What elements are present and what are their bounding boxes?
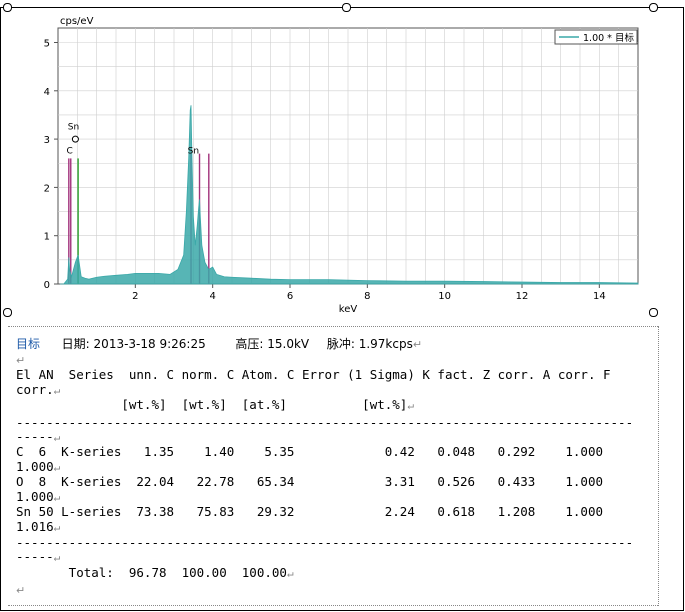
x-tick-label: 12 [516,291,529,302]
bottom-border [0,610,684,611]
x-tick-label: 10 [438,291,451,302]
return-mark: ↵ [16,584,26,597]
left-border [0,7,1,611]
legend-entry: 1.00 * 目标 [583,32,634,44]
date-label: 日期: [61,337,90,351]
return-mark: ↵ [53,491,61,504]
table-units: [wt.%] [wt.%] [at.%] [wt.%] [16,397,408,412]
peak-annotation: Sn [188,147,199,157]
return-mark: ↵ [412,338,423,351]
x-axis-label: keV [339,304,358,315]
table-header-1-wrap: corr.↵ [16,382,60,398]
table-row-wrap: 1.016↵ [16,519,60,535]
return-mark: ↵ [53,551,61,564]
y-tick-label: 1 [44,232,50,243]
return-mark: ↵ [16,354,26,367]
table-divider: ----------------------------------------… [16,415,634,430]
divider-tail-text: ----- [16,549,54,564]
table-header-2: [wt.%] [wt.%] [at.%] [wt.%]↵ [16,397,414,413]
x-tick-label: 14 [593,291,606,302]
return-mark: ↵ [53,521,61,534]
section-divider-bottom [8,605,658,606]
pulse-label: 脉冲: [326,337,355,351]
table-header-wrap-text: corr. [16,382,54,397]
row-c-tail: 1.000 [16,459,54,474]
y-tick-label: 2 [44,183,50,194]
row-o: O 8 K-series 22.04 22.78 65.34 3.31 0.52… [16,474,603,489]
hv-value: 15.0kV [267,337,310,351]
right-border [683,7,684,611]
table-divider-tail: -----↵ [16,549,60,565]
date-value: 2013-3-18 9:26:25 [93,337,206,351]
sample-label: 目标 [16,337,41,351]
return-mark: ↵ [407,399,414,412]
peak-annotation: Sn [68,122,79,132]
table-divider: ----------------------------------------… [16,535,634,550]
y-tick-label: 5 [44,38,50,49]
table-divider-tail: -----↵ [16,429,60,445]
x-tick-label: 2 [132,291,138,302]
info-line: 目标 日期: 2013-3-18 9:26:25 高压: 15.0kV 脉冲: … [16,337,422,352]
y-axis-label: cps/eV [60,16,94,27]
hv-label: 高压: [235,337,264,351]
divider-tail-text: ----- [16,429,54,444]
section-divider [8,326,658,327]
return-mark: ↵ [286,567,294,580]
spectrum-image[interactable]: 0 1 2 3 4 5 2 4 6 8 10 12 14 cps/eV keV Sn C Sn 1.00 * 目标 [7,5,655,317]
x-tick-label: 8 [364,291,370,302]
pulse-value: 1.97kcps [358,337,413,351]
row-sn: Sn 50 L-series 73.38 75.83 29.32 2.24 0.… [16,504,603,519]
row-o-tail: 1.000 [16,489,54,504]
return-mark: ↵ [53,431,61,444]
y-tick-label: 0 [44,280,50,291]
row-sn-tail: 1.016 [16,519,54,534]
peak-annotation: C [66,147,72,157]
peak-annotation-marker [71,135,79,143]
return-mark: ↵ [53,384,61,397]
results-text[interactable]: 目标 日期: 2013-3-18 9:26:25 高压: 15.0kV 脉冲: … [10,333,660,605]
x-tick-label: 4 [209,291,215,302]
table-row: O 8 K-series 22.04 22.78 65.34 3.31 0.52… [16,474,603,489]
total-text: Total: 96.78 100.00 100.00 [16,565,287,580]
table-total: Total: 96.78 100.00 100.00↵ [16,565,294,581]
spectrum-chart: 0123452 4 6 8 10 12 14cps/eVkeVSnC Sn1.00 * 目标 [44,16,639,315]
table-row-wrap: 1.000↵ [16,459,60,475]
table-row: Sn 50 L-series 73.38 75.83 29.32 2.24 0.… [16,504,603,519]
x-tick-label: 6 [287,291,293,302]
y-tick-label: 3 [44,135,50,146]
y-tick-label: 4 [44,87,50,98]
table-header-1: El AN Series unn. C norm. C Atom. C Erro… [16,367,611,382]
table-row: C 6 K-series 1.35 1.40 5.35 0.42 0.048 0… [16,444,603,459]
return-mark: ↵ [53,461,61,474]
table-row-wrap: 1.000↵ [16,489,60,505]
row-c: C 6 K-series 1.35 1.40 5.35 0.42 0.048 0… [16,444,603,459]
